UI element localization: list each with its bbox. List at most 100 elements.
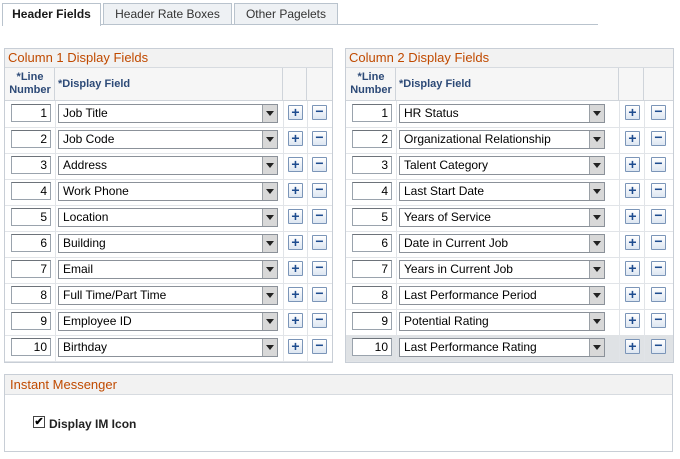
chevron-down-icon[interactable] <box>262 183 277 200</box>
display-field-select[interactable]: Potential Rating <box>399 312 605 331</box>
delete-row-button[interactable]: − <box>651 338 666 354</box>
tab-header-fields[interactable]: Header Fields <box>2 3 101 26</box>
delete-row-button[interactable]: − <box>651 182 666 198</box>
chevron-down-icon[interactable] <box>262 209 277 226</box>
display-field-select[interactable]: Job Title <box>58 104 278 123</box>
chevron-down-icon[interactable] <box>262 131 277 148</box>
line-number-field[interactable]: 8 <box>352 286 392 304</box>
display-field-select[interactable]: Talent Category <box>399 156 605 175</box>
add-row-button[interactable]: + <box>625 157 640 172</box>
display-field-select[interactable]: Work Phone <box>58 182 278 201</box>
delete-row-button[interactable]: − <box>312 104 327 120</box>
delete-row-button[interactable]: − <box>312 260 327 276</box>
line-number-field[interactable]: 6 <box>11 234 51 252</box>
add-row-button[interactable]: + <box>288 339 303 354</box>
display-im-icon-checkbox[interactable]: ✔ <box>33 416 45 428</box>
line-number-field[interactable]: 8 <box>11 286 51 304</box>
chevron-down-icon[interactable] <box>262 105 277 122</box>
line-number-field[interactable]: 10 <box>352 338 392 356</box>
add-row-button[interactable]: + <box>625 209 640 224</box>
chevron-down-icon[interactable] <box>262 313 277 330</box>
line-number-field[interactable]: 1 <box>11 104 51 122</box>
add-row-button[interactable]: + <box>288 313 303 328</box>
add-row-button[interactable]: + <box>288 209 303 224</box>
display-field-select[interactable]: Date in Current Job <box>399 234 605 253</box>
display-field-select[interactable]: Years of Service <box>399 208 605 227</box>
display-field-select[interactable]: Full Time/Part Time <box>58 286 278 305</box>
line-number-field[interactable]: 9 <box>352 312 392 330</box>
display-field-select[interactable]: Organizational Relationship <box>399 130 605 149</box>
delete-row-button[interactable]: − <box>651 286 666 302</box>
chevron-down-icon[interactable] <box>262 157 277 174</box>
display-field-select[interactable]: Address <box>58 156 278 175</box>
add-row-button[interactable]: + <box>288 131 303 146</box>
delete-row-button[interactable]: − <box>651 104 666 120</box>
delete-row-button[interactable]: − <box>651 234 666 250</box>
line-number-field[interactable]: 4 <box>352 182 392 200</box>
line-number-field[interactable]: 1 <box>352 104 392 122</box>
line-number-field[interactable]: 9 <box>11 312 51 330</box>
display-field-select[interactable]: Building <box>58 234 278 253</box>
chevron-down-icon[interactable] <box>262 261 277 278</box>
add-row-button[interactable]: + <box>288 183 303 198</box>
chevron-down-icon[interactable] <box>589 105 604 122</box>
chevron-down-icon[interactable] <box>589 183 604 200</box>
chevron-down-icon[interactable] <box>589 235 604 252</box>
delete-row-button[interactable]: − <box>651 156 666 172</box>
delete-row-button[interactable]: − <box>312 208 327 224</box>
chevron-down-icon[interactable] <box>589 313 604 330</box>
line-number-field[interactable]: 5 <box>11 208 51 226</box>
add-row-button[interactable]: + <box>625 261 640 276</box>
delete-row-button[interactable]: − <box>312 234 327 250</box>
line-number-field[interactable]: 7 <box>352 260 392 278</box>
display-field-select[interactable]: Last Start Date <box>399 182 605 201</box>
delete-row-button[interactable]: − <box>312 286 327 302</box>
chevron-down-icon[interactable] <box>262 287 277 304</box>
add-row-button[interactable]: + <box>625 339 640 354</box>
delete-row-button[interactable]: − <box>651 130 666 146</box>
line-number-field[interactable]: 5 <box>352 208 392 226</box>
add-row-button[interactable]: + <box>288 287 303 302</box>
line-number-field[interactable]: 4 <box>11 182 51 200</box>
chevron-down-icon[interactable] <box>589 209 604 226</box>
chevron-down-icon[interactable] <box>262 235 277 252</box>
add-row-button[interactable]: + <box>625 105 640 120</box>
chevron-down-icon[interactable] <box>262 339 277 356</box>
line-number-field[interactable]: 10 <box>11 338 51 356</box>
display-field-select[interactable]: Email <box>58 260 278 279</box>
line-number-field[interactable]: 2 <box>11 130 51 148</box>
display-field-select[interactable]: Last Performance Rating <box>399 338 605 357</box>
add-row-button[interactable]: + <box>625 287 640 302</box>
delete-row-button[interactable]: − <box>312 156 327 172</box>
line-number-field[interactable]: 7 <box>11 260 51 278</box>
chevron-down-icon[interactable] <box>589 339 604 356</box>
delete-row-button[interactable]: − <box>312 338 327 354</box>
chevron-down-icon[interactable] <box>589 287 604 304</box>
add-row-button[interactable]: + <box>625 131 640 146</box>
chevron-down-icon[interactable] <box>589 261 604 278</box>
add-row-button[interactable]: + <box>625 313 640 328</box>
display-field-select[interactable]: Years in Current Job <box>399 260 605 279</box>
line-number-field[interactable]: 2 <box>352 130 392 148</box>
display-field-select[interactable]: Location <box>58 208 278 227</box>
add-row-button[interactable]: + <box>625 235 640 250</box>
line-number-field[interactable]: 6 <box>352 234 392 252</box>
add-row-button[interactable]: + <box>288 105 303 120</box>
add-row-button[interactable]: + <box>288 235 303 250</box>
display-field-select[interactable]: Job Code <box>58 130 278 149</box>
delete-row-button[interactable]: − <box>312 312 327 328</box>
display-field-select[interactable]: Birthday <box>58 338 278 357</box>
chevron-down-icon[interactable] <box>589 157 604 174</box>
display-field-select[interactable]: Employee ID <box>58 312 278 331</box>
delete-row-button[interactable]: − <box>312 182 327 198</box>
tab-other-pagelets[interactable]: Other Pagelets <box>234 3 338 24</box>
line-number-field[interactable]: 3 <box>11 156 51 174</box>
chevron-down-icon[interactable] <box>589 131 604 148</box>
display-field-select[interactable]: Last Performance Period <box>399 286 605 305</box>
display-field-select[interactable]: HR Status <box>399 104 605 123</box>
add-row-button[interactable]: + <box>288 157 303 172</box>
add-row-button[interactable]: + <box>288 261 303 276</box>
line-number-field[interactable]: 3 <box>352 156 392 174</box>
delete-row-button[interactable]: − <box>312 130 327 146</box>
add-row-button[interactable]: + <box>625 183 640 198</box>
